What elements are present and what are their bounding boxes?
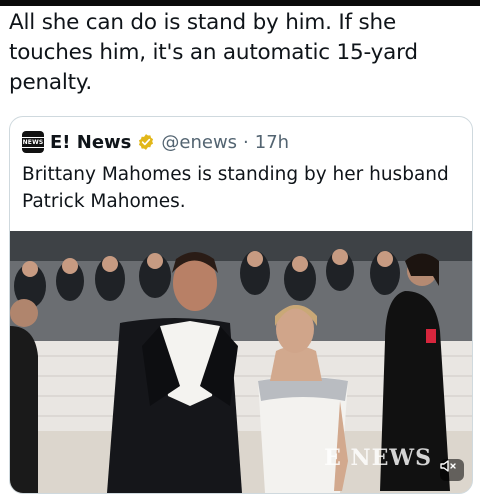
verified-badge-icon (139, 134, 154, 150)
enews-avatar[interactable]: NEWS (20, 131, 46, 153)
quoted-post-header: NEWS E! News @enews · 17h (20, 129, 289, 155)
enews-watermark: E NEWS (324, 445, 432, 471)
quoted-post-text: Brittany Mahomes is standing by her husb… (22, 164, 449, 212)
quoted-media-image[interactable]: E NEWS (10, 231, 472, 493)
quoted-timestamp[interactable]: 17h (255, 132, 289, 153)
top-edge-bar (0, 0, 480, 6)
quoted-handle[interactable]: @enews (161, 132, 237, 153)
volume-mute-icon[interactable] (440, 459, 464, 481)
quoted-post-card[interactable]: NEWS E! News @enews · 17h Brittany Mahom… (9, 116, 473, 494)
mute-glyph-icon (440, 460, 456, 472)
quoted-display-name[interactable]: E! News (50, 132, 131, 153)
post-text: All she can do is stand by him. If she t… (9, 10, 418, 95)
separator-dot: · (243, 131, 249, 153)
avatar-logo-text: NEWS (20, 136, 46, 148)
